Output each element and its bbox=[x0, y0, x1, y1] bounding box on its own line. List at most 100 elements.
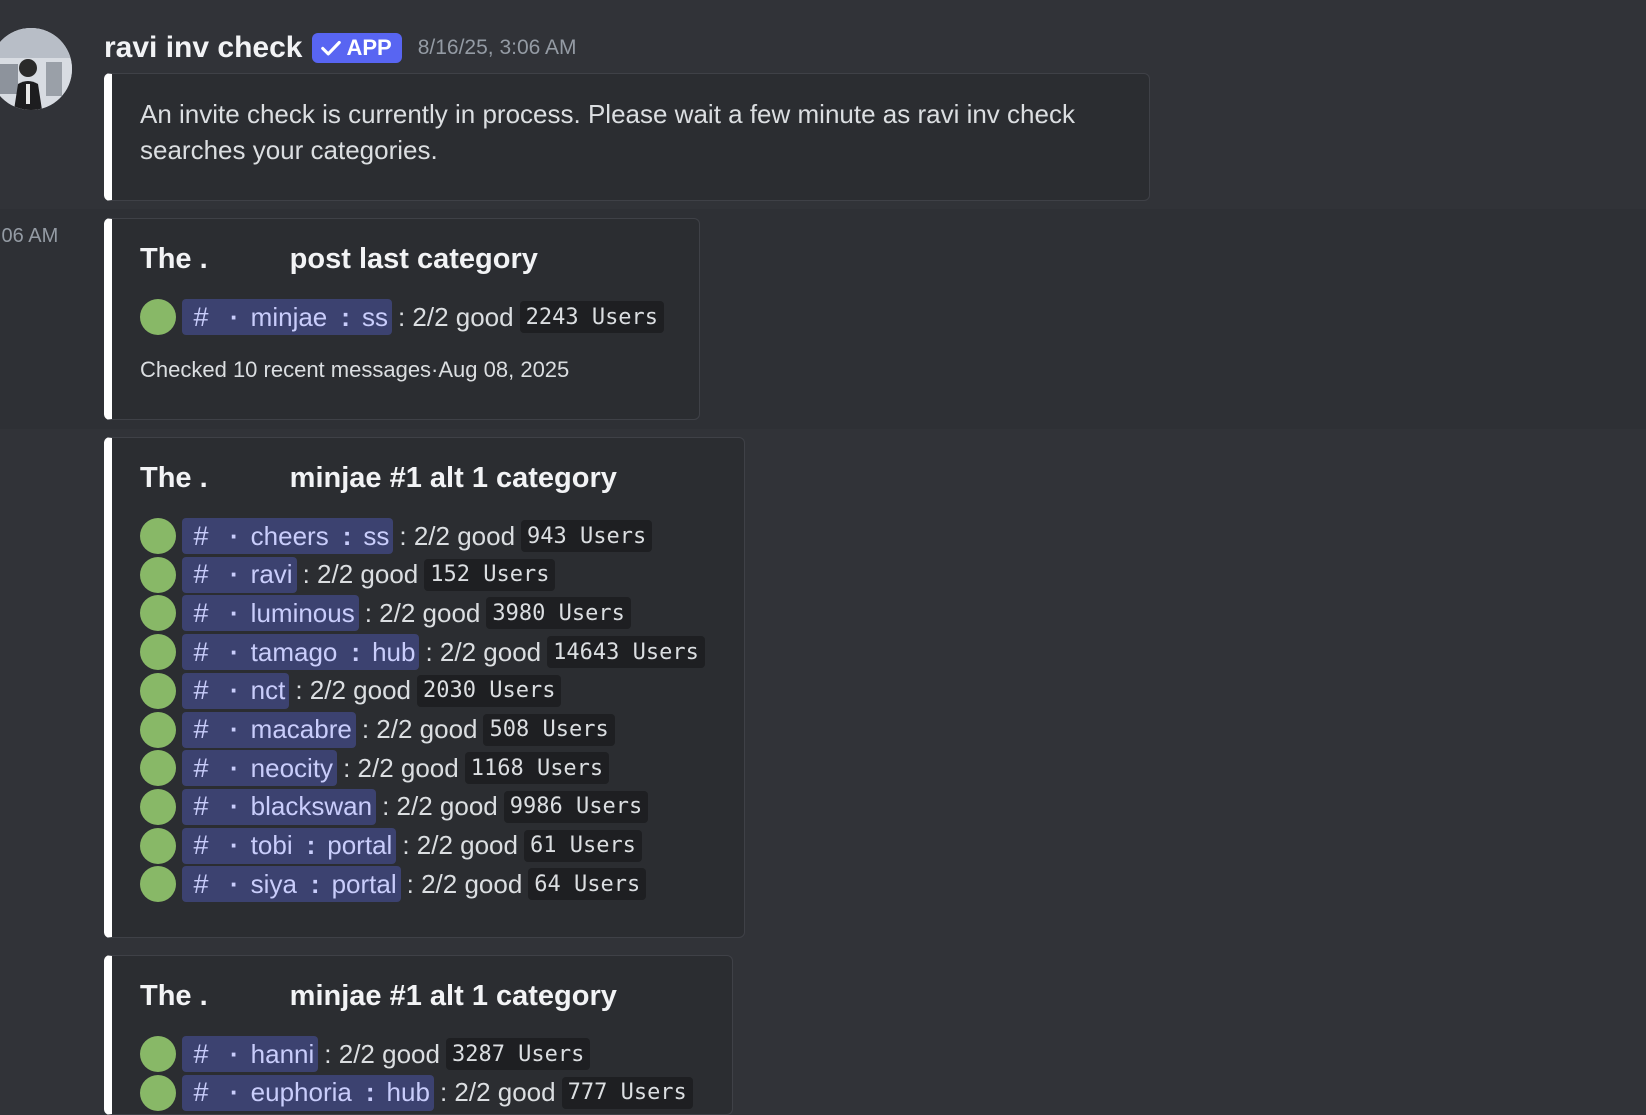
user-count: 777 Users bbox=[561, 1076, 693, 1109]
channel-mention[interactable]: # · blackswan bbox=[182, 788, 377, 825]
channel-name: tamago bbox=[250, 636, 338, 667]
user-avatar[interactable] bbox=[0, 28, 72, 110]
hash-icon: # bbox=[193, 1038, 209, 1069]
channel-mention[interactable]: # · tamago: hub bbox=[182, 634, 420, 671]
channel-row: # · cheers: ss: 2/2 good 943 Users bbox=[140, 518, 653, 554]
channel-row: # · tobi: portal: 2/2 good 61 Users bbox=[140, 827, 642, 864]
channel-name: cheers bbox=[250, 520, 329, 551]
user-count: 14643 Users bbox=[547, 636, 705, 669]
channel-mention[interactable]: # · tobi: portal bbox=[182, 827, 397, 864]
user-count: 508 Users bbox=[483, 713, 615, 746]
check-status: : 2/2 good bbox=[425, 636, 542, 667]
channel-suffix: ss bbox=[363, 520, 390, 551]
channel-row: # · blackswan: 2/2 good 9986 Users bbox=[140, 788, 649, 825]
channel-name: euphoria bbox=[250, 1077, 352, 1108]
channel-mention[interactable]: # · macabre bbox=[182, 711, 356, 748]
channel-name: nct bbox=[250, 675, 286, 706]
channel-mention[interactable]: # · nct bbox=[182, 672, 290, 709]
app-badge-label: APP bbox=[346, 35, 392, 60]
message-header: ravi inv check APP 8/16/25, 3:06 AM bbox=[104, 28, 577, 68]
hash-icon: # bbox=[193, 830, 209, 861]
embed-title: The . minjae #1 alt 1 category bbox=[140, 980, 617, 1013]
status-dot-icon bbox=[140, 788, 176, 825]
status-dot-icon bbox=[140, 518, 176, 554]
embed-title: The . post last category bbox=[140, 243, 538, 276]
channel-mention[interactable]: # · hanni bbox=[182, 1036, 319, 1072]
status-embed: An invite check is currently in process.… bbox=[104, 73, 1150, 201]
status-dot-icon bbox=[140, 1036, 176, 1072]
channel-name: ravi bbox=[250, 559, 293, 590]
hash-icon: # bbox=[193, 301, 209, 332]
status-dot-icon bbox=[140, 299, 176, 335]
category-embed: The . minjae #1 alt 1 category # · hanni: 2… bbox=[104, 955, 733, 1115]
embed-title-prefix: The . bbox=[140, 243, 208, 275]
channel-row: # · tamago: hub: 2/2 good 14643 Users bbox=[140, 634, 705, 671]
category-embed: The . post last category # · minjae: ss : 2/… bbox=[104, 218, 700, 420]
channel-mention[interactable]: # · neocity bbox=[182, 750, 338, 787]
hover-timestamp[interactable]: :06 AM bbox=[0, 225, 58, 248]
hash-icon: # bbox=[193, 868, 209, 899]
hash-icon: # bbox=[193, 1077, 209, 1108]
status-dot-icon bbox=[140, 711, 176, 748]
user-count: 3980 Users bbox=[486, 597, 631, 630]
channel-mention[interactable]: # · siya: portal bbox=[182, 866, 401, 903]
channel-row: # · macabre: 2/2 good 508 Users bbox=[140, 711, 615, 748]
status-dot-icon bbox=[140, 1074, 176, 1111]
hash-icon: # bbox=[193, 597, 209, 628]
status-dot-icon bbox=[140, 827, 176, 864]
channel-mention[interactable]: # · ravi bbox=[182, 556, 297, 593]
hash-icon: # bbox=[193, 752, 209, 783]
check-status: : 2/2 good bbox=[343, 752, 459, 783]
embed-title-prefix: The . bbox=[140, 980, 208, 1012]
channel-mention[interactable]: # · euphoria: hub bbox=[182, 1074, 434, 1111]
user-count: 2030 Users bbox=[417, 674, 562, 707]
check-status: : 2/2 good bbox=[361, 714, 478, 744]
channel-mention[interactable]: # · luminous bbox=[182, 595, 359, 632]
check-status: : 2/2 good bbox=[406, 868, 523, 899]
hash-icon: # bbox=[193, 675, 209, 706]
verified-check-icon bbox=[321, 40, 342, 56]
channel-row: # · minjae: ss : 2/2 good 2243 Users bbox=[140, 299, 665, 335]
hash-icon: # bbox=[193, 559, 209, 590]
hash-icon: # bbox=[193, 636, 209, 667]
status-dot-icon bbox=[140, 556, 176, 593]
status-dot-icon bbox=[140, 750, 176, 787]
hash-icon: # bbox=[193, 791, 209, 822]
channel-suffix: portal bbox=[331, 868, 397, 899]
channel-name: hanni bbox=[250, 1038, 315, 1069]
user-count: 943 Users bbox=[521, 520, 653, 552]
channel-suffix: hub bbox=[372, 636, 416, 667]
category-embed: The . minjae #1 alt 1 category # · cheers: s… bbox=[104, 437, 745, 938]
message-timestamp[interactable]: 8/16/25, 3:06 AM bbox=[418, 36, 577, 60]
channel-row: # · luminous: 2/2 good 3980 Users bbox=[140, 595, 631, 632]
channel-row: # · neocity: 2/2 good 1168 Users bbox=[140, 750, 610, 787]
user-count: 3287 Users bbox=[445, 1038, 591, 1070]
avatar-image bbox=[0, 28, 72, 110]
embed-footer: Checked 10 recent messages·Aug 08, 2025 bbox=[140, 357, 570, 382]
check-status: : 2/2 good bbox=[382, 791, 498, 822]
channel-name: blackswan bbox=[250, 791, 373, 822]
username[interactable]: ravi inv check bbox=[104, 31, 302, 65]
channel-suffix: portal bbox=[327, 830, 393, 861]
embed-title: The . minjae #1 alt 1 category bbox=[140, 462, 617, 495]
check-status: : 2/2 good bbox=[324, 1038, 440, 1069]
check-status: : 2/2 good bbox=[397, 301, 514, 332]
channel-row: # · nct: 2/2 good 2030 Users bbox=[140, 672, 562, 709]
channel-name: siya bbox=[250, 868, 297, 899]
user-count: 64 Users bbox=[528, 868, 647, 901]
embed-description: An invite check is currently in process.… bbox=[140, 96, 1075, 168]
channel-name: luminous bbox=[250, 597, 355, 628]
user-count: 1168 Users bbox=[464, 752, 610, 785]
embed-description-line: searches your categories. bbox=[140, 135, 438, 165]
channel-name: neocity bbox=[250, 752, 334, 783]
check-status: : 2/2 good bbox=[295, 675, 412, 706]
channel-mention[interactable]: # · cheers: ss bbox=[182, 518, 394, 554]
channel-name: tobi bbox=[250, 830, 293, 861]
embed-title-text: post last category bbox=[289, 243, 538, 275]
channel-row: # · siya: portal: 2/2 good 64 Users bbox=[140, 866, 647, 903]
user-count: 152 Users bbox=[424, 558, 556, 591]
channel-mention[interactable]: # · minjae: ss bbox=[182, 299, 392, 335]
channel-name: minjae bbox=[250, 301, 328, 332]
status-dot-icon bbox=[140, 672, 176, 709]
channel-suffix: ss bbox=[361, 301, 388, 332]
